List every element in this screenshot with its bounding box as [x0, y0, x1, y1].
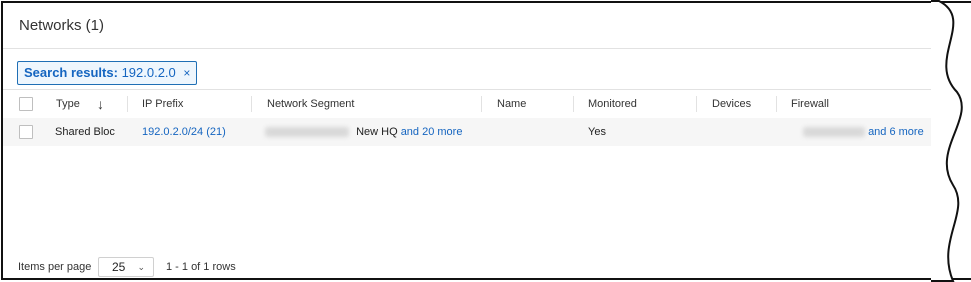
- column-header-monitored[interactable]: Monitored: [588, 90, 637, 118]
- segment-name: New HQ: [356, 126, 398, 138]
- page-size-select[interactable]: 25 ⌄: [98, 257, 154, 277]
- table-header: Type ↓ IP Prefix Network Segment Name Mo…: [3, 89, 941, 119]
- chip-value: 192.0.2.0: [121, 65, 176, 80]
- sort-descending-icon[interactable]: ↓: [97, 90, 104, 118]
- panel-title: Networks (1): [19, 17, 105, 34]
- cell-ip-prefix-link[interactable]: 192.0.2.0/24 (21): [142, 118, 226, 146]
- column-separator: [776, 96, 777, 112]
- column-header-type[interactable]: Type: [56, 90, 80, 118]
- firewall-more-link[interactable]: and 6 more: [868, 126, 924, 138]
- networks-panel: Networks (1) Search results: 192.0.2.0 ×…: [1, 1, 971, 280]
- pagination-footer: Items per page 25 ⌄ 1 - 1 of 1 rows: [3, 253, 941, 281]
- select-all-checkbox[interactable]: [19, 97, 33, 111]
- header-divider: [3, 48, 941, 49]
- chevron-down-icon: ⌄: [137, 262, 145, 272]
- column-separator: [481, 96, 482, 112]
- column-header-ip-prefix[interactable]: IP Prefix: [142, 90, 183, 118]
- table-row[interactable]: Shared Bloc 192.0.2.0/24 (21) New HQ and…: [3, 118, 941, 146]
- segment-more-link[interactable]: and 20 more: [401, 126, 463, 138]
- page-size-value: 25: [112, 260, 126, 274]
- column-separator: [573, 96, 574, 112]
- column-separator: [696, 96, 697, 112]
- chip-label: Search results:: [24, 65, 118, 80]
- cell-network-segment: New HQ and 20 more: [265, 118, 462, 146]
- pagination-range: 1 - 1 of 1 rows: [166, 261, 236, 273]
- search-filter-chip[interactable]: Search results: 192.0.2.0 ×: [17, 61, 198, 85]
- column-header-firewall[interactable]: Firewall: [791, 90, 829, 118]
- items-per-page-label: Items per page: [18, 261, 92, 273]
- cell-type: Shared Bloc: [55, 126, 115, 138]
- close-icon[interactable]: ×: [183, 66, 190, 80]
- cell-monitored: Yes: [588, 126, 606, 138]
- row-checkbox[interactable]: [19, 125, 33, 139]
- column-header-network-segment[interactable]: Network Segment: [267, 90, 354, 118]
- column-separator: [127, 96, 128, 112]
- torn-edge-border: [931, 0, 963, 282]
- redacted-segment: [265, 127, 349, 138]
- column-header-devices[interactable]: Devices: [712, 90, 751, 118]
- column-header-name[interactable]: Name: [497, 90, 526, 118]
- column-separator: [251, 96, 252, 112]
- cell-firewall: and 6 more: [803, 118, 924, 146]
- redacted-firewall: [803, 127, 865, 138]
